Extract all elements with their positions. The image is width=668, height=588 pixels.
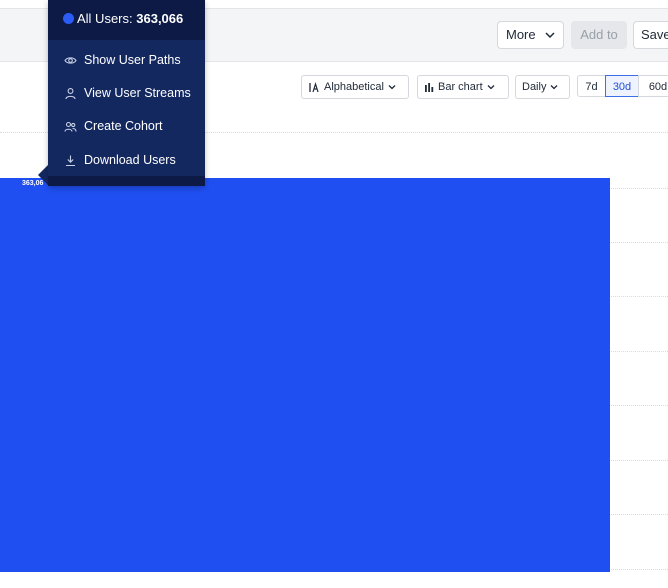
segment-value: 363,066: [136, 11, 184, 26]
bar-chart-icon: [425, 83, 434, 93]
download-icon: [66, 155, 75, 167]
range-30d-button[interactable]: 30d: [605, 75, 639, 97]
segment-color-dot: [63, 13, 74, 24]
range-60d-button[interactable]: 60d: [638, 75, 668, 97]
save-button[interactable]: Save: [633, 21, 668, 49]
popup-header: All Users: 363,066: [48, 0, 205, 40]
chart-type-dropdown-label: Bar chart: [438, 81, 483, 93]
menu-item-label: Show User Paths: [84, 53, 181, 67]
users-icon: [64, 121, 77, 132]
menu-item-label: View User Streams: [84, 86, 191, 100]
segment-popup-menu: All Users: 363,066 Show User Paths View …: [48, 0, 205, 186]
chevron-down-icon: [545, 32, 555, 39]
save-button-label: Save: [641, 27, 668, 42]
chart-bar[interactable]: [0, 178, 610, 572]
chevron-down-icon: [550, 85, 558, 90]
user-icon: [65, 88, 76, 100]
chevron-down-icon: [388, 85, 396, 90]
menu-item-label: Download Users: [84, 153, 176, 167]
more-button-label: More: [506, 27, 536, 42]
interval-dropdown-label: Daily: [522, 81, 547, 93]
popup-footer: [48, 176, 205, 186]
add-to-button[interactable]: Add to: [571, 21, 627, 49]
menu-item-label: Create Cohort: [84, 119, 163, 133]
more-button[interactable]: More: [497, 21, 564, 49]
download-users-item[interactable]: Download Users: [48, 145, 205, 175]
chart-type-dropdown[interactable]: Bar chart: [417, 75, 509, 99]
chart-area: [0, 170, 668, 580]
sort-dropdown[interactable]: Alphabetical: [301, 75, 409, 99]
segment-name: All Users:: [77, 11, 133, 26]
sort-dropdown-label: Alphabetical: [324, 81, 384, 93]
interval-dropdown[interactable]: Daily: [515, 75, 570, 99]
sort-alpha-icon: [309, 81, 319, 92]
create-cohort-item[interactable]: Create Cohort: [48, 111, 205, 141]
eye-icon: [64, 57, 77, 64]
popup-arrow: [38, 165, 48, 185]
show-user-paths-item[interactable]: Show User Paths: [48, 45, 205, 75]
view-user-streams-item[interactable]: View User Streams: [48, 78, 205, 108]
chevron-down-icon: [487, 85, 495, 90]
range-7d-button[interactable]: 7d: [577, 75, 606, 97]
add-to-button-label: Add to: [580, 27, 618, 42]
segment-summary: All Users: 363,066: [77, 11, 183, 26]
